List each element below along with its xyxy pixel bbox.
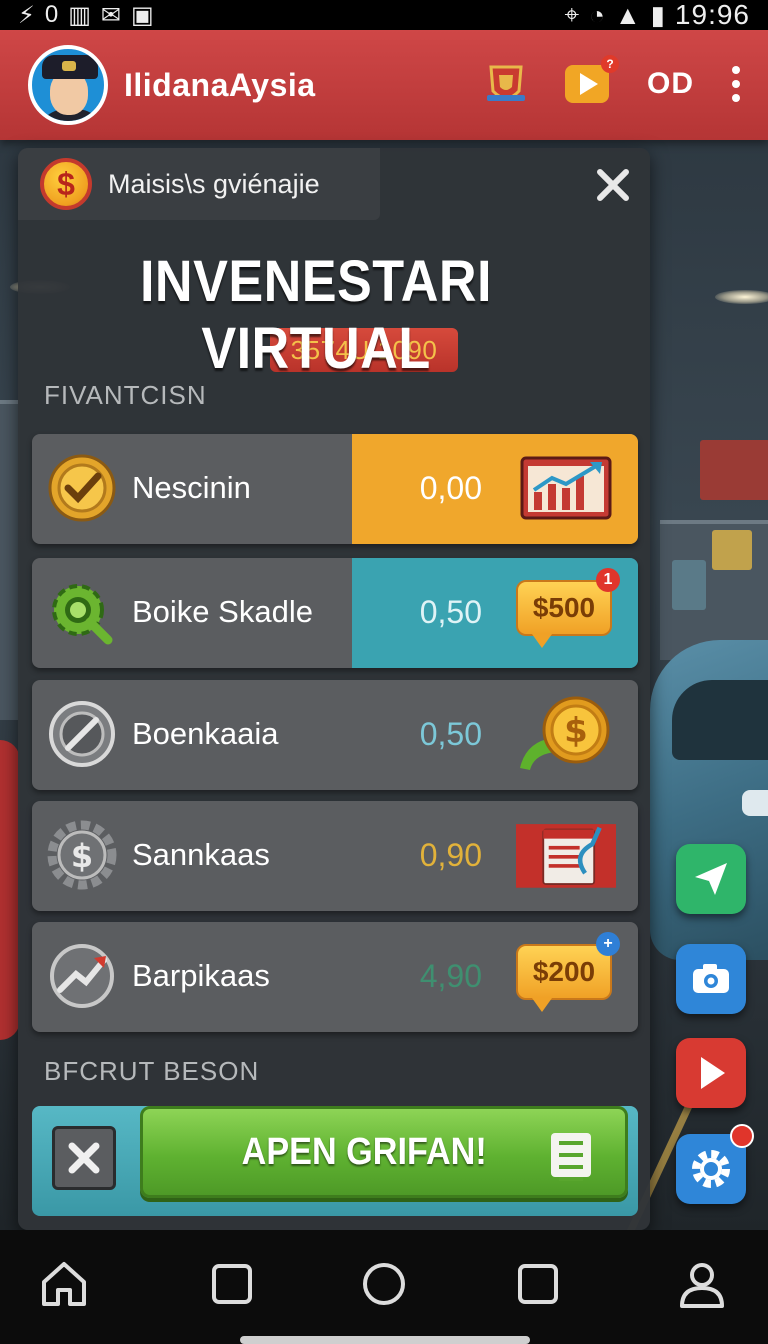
camera-icon [693,964,729,993]
list-item-boike-skadle[interactable]: Boike Skadle 0,50 $500 1 [32,558,638,668]
close-icon[interactable] [594,166,632,204]
camera-button[interactable] [676,944,746,1014]
x-icon [68,1142,100,1174]
row-label: Sannkaas [132,837,270,872]
battery-icon: ▮ [650,0,665,30]
plus-badge: + [596,932,620,956]
more-menu-icon[interactable] [732,66,740,102]
row-label: Boenkaaia [132,716,279,751]
wifi-icon: ◔ [589,0,605,30]
calendar-card-icon [516,824,616,888]
list-item-nescinin[interactable]: Nescinin 0,00 [32,434,638,544]
gear-magnifier-icon [52,584,113,645]
dollar-coin-icon: $ [40,158,92,210]
video-reward-icon[interactable]: ? [565,55,619,103]
price-bubble: $200 + [516,932,620,1016]
gesture-bar[interactable] [240,1336,530,1344]
location-icon: ⌖ [564,0,580,29]
play-icon [701,1057,725,1089]
row-label: Nescinin [132,470,251,505]
row-label: Barpikaas [132,958,270,993]
bubble-price: $500 [532,592,596,623]
check-medal-icon [48,454,116,522]
row-value: 0,90 [419,837,482,873]
price-bubble: $500 1 [516,568,620,652]
image-notification-icon: ▣ [131,1,154,29]
settings-button[interactable] [676,1124,754,1204]
notification-badge: 1 [596,568,620,592]
row-value: 0,50 [419,716,482,752]
section-label-top: FIVANTCISN [44,380,207,410]
section-label-bottom: BFCRUT BESON [44,1056,260,1086]
dollar-gear-icon: $ [47,820,117,890]
gold-coin-icon: $ [520,696,610,770]
open-button[interactable]: APEN GRIFAN! [140,1106,628,1198]
action-bar: APEN GRIFAN! [32,1106,638,1216]
cancel-button[interactable] [52,1126,116,1190]
crest-icon[interactable] [485,61,527,107]
play-button[interactable] [676,1038,746,1108]
row-label: Boike Skadle [132,594,313,629]
trend-circle-icon [50,944,114,1008]
dialog-tab-label: Maisis\s gviénajie [108,168,320,199]
avatar[interactable] [28,45,108,125]
settings-badge [730,1124,754,1148]
send-button[interactable] [676,844,746,914]
row-value: 0,00 [419,470,482,506]
svg-text:$: $ [71,837,93,875]
coin-counter: OD [647,67,694,100]
open-button-label: APEN GRIFAN! [241,1130,487,1173]
dialog-tab[interactable]: $ Maisis\s gviénajie [18,148,380,220]
status-count: 0 [44,1,59,28]
chart-screen-icon [520,456,612,520]
cell-signal-icon: ▲ [614,0,641,30]
clock: 19:96 [674,0,750,30]
home-icon[interactable] [38,1258,90,1310]
signal-off-icon: ⚡ [18,1,35,29]
status-bar: ⚡ 0 ▥ ✉ ▣ ⌖ ◔ ▲ ▮ 19:96 [0,0,768,30]
slash-circle-icon [49,701,115,767]
chart-notification-icon: ▥ [68,1,91,29]
list-item-barpikaas[interactable]: Barpikaas 4,90 $200 + [32,922,638,1032]
row-value: 0,50 [419,594,482,630]
square-icon[interactable] [206,1258,258,1310]
navigation-bar [0,1230,768,1344]
dialog-title: INVENESTARI VIRTUAL [139,249,493,381]
username: IlidanaAysia [124,66,316,103]
list-item-sannkaas[interactable]: $ Sannkaas 0,90 [32,801,638,911]
settings-gear-icon [692,1150,730,1188]
recents-square-icon[interactable] [512,1258,564,1310]
document-icon [551,1133,591,1181]
app-header: IlidanaAysia ? OD [0,30,768,140]
bubble-price: $200 [532,956,596,987]
profile-icon[interactable] [676,1258,728,1310]
mail-icon: ✉ [100,1,122,29]
list-item-boenkaaia[interactable]: Boenkaaia 0,50 $ [32,680,638,790]
svg-text:$: $ [564,711,588,751]
row-value: 4,90 [419,958,482,994]
send-icon [695,863,727,895]
circle-home-icon[interactable] [358,1258,410,1310]
